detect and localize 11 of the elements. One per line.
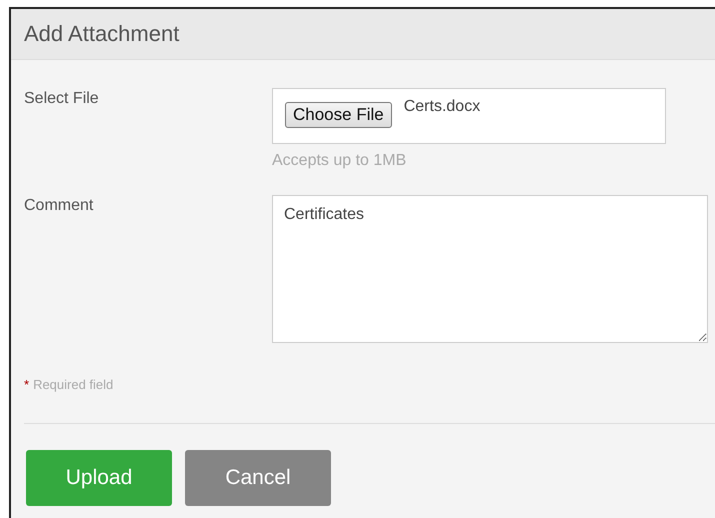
required-note: Required field (33, 377, 114, 392)
comment-field[interactable]: Certificates (272, 195, 708, 343)
file-input-field[interactable]: Choose File Certs.docx (272, 88, 666, 144)
required-marker: * (24, 377, 30, 392)
hint-text: Accepts up to 1MB (272, 152, 408, 170)
cancel-button[interactable]: Cancel (185, 450, 331, 506)
field-label: Select File (24, 89, 100, 109)
choose-file-button[interactable]: Choose File (285, 102, 392, 128)
file-name: Certs.docx (404, 98, 480, 116)
dialog-title: Add Attachment (24, 21, 180, 47)
field-label: Comment (24, 196, 94, 216)
